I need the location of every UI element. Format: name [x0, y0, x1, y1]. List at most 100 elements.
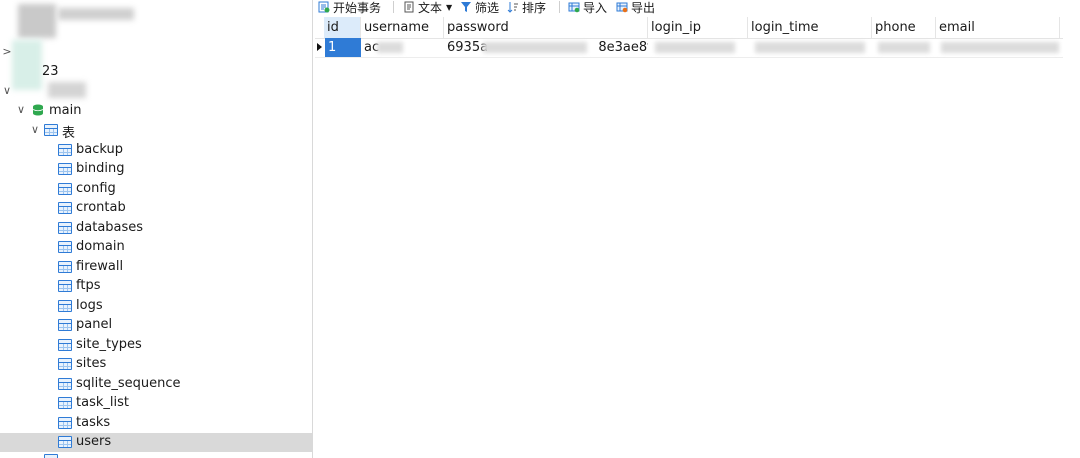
- table-icon: [58, 417, 72, 429]
- document-icon: [404, 1, 414, 13]
- filter-icon: [461, 2, 471, 12]
- table-label: site_types: [76, 337, 142, 352]
- table-label: logs: [76, 298, 103, 313]
- sidebar-item-config[interactable]: config: [0, 180, 312, 199]
- sidebar-item-firewall[interactable]: firewall: [0, 258, 312, 277]
- sidebar-item-task-list[interactable]: task_list: [0, 394, 312, 413]
- tables-folder-icon: [44, 124, 58, 136]
- connection-name-redacted: [18, 4, 56, 38]
- toolbar-separator: [559, 1, 560, 13]
- table-label: panel: [76, 317, 113, 332]
- phone-redacted: [878, 42, 930, 53]
- chevron-right-icon[interactable]: >: [1, 46, 13, 58]
- sort-icon: [507, 2, 518, 13]
- export-label: 导出: [631, 0, 656, 15]
- sidebar-item-tasks[interactable]: tasks: [0, 414, 312, 433]
- import-icon: [568, 2, 580, 13]
- toolbar-separator: [393, 1, 394, 13]
- sort-button[interactable]: 排序: [507, 0, 547, 15]
- table-icon: [58, 319, 72, 331]
- current-row-indicator-icon: [317, 43, 322, 51]
- table-icon: [58, 183, 72, 195]
- column-header-username[interactable]: username: [361, 17, 444, 38]
- table-label: users: [76, 434, 112, 449]
- transaction-icon: [318, 1, 330, 13]
- column-header-phone[interactable]: phone: [872, 17, 936, 38]
- chevron-down-icon[interactable]: ∨: [29, 124, 41, 136]
- table-icon: [58, 241, 72, 253]
- grid-toolbar: 开始事务 文本 ▼ 筛选 排序 导入 导出: [314, 0, 1080, 16]
- sidebar-item-binding[interactable]: binding: [0, 160, 312, 179]
- table-icon: [58, 397, 72, 409]
- object-tree-panel: > 23 ∨ ∨ main ∨ 表 backup binding config …: [0, 0, 313, 458]
- dropdown-arrow-icon[interactable]: ▼: [446, 3, 452, 12]
- table-label: databases: [76, 220, 144, 235]
- begin-transaction-label: 开始事务: [333, 0, 382, 15]
- username-redacted: [377, 42, 403, 53]
- export-icon: [616, 2, 628, 13]
- table-row[interactable]: 1 ac 6935a 8e3ae8f9: [315, 38, 1063, 58]
- table-icon: [58, 378, 72, 390]
- begin-transaction-button[interactable]: 开始事务: [318, 0, 382, 15]
- sidebar-item-sites[interactable]: sites: [0, 355, 312, 374]
- sidebar-item-site-types[interactable]: site_types: [0, 336, 312, 355]
- table-icon: [58, 280, 72, 292]
- text-view-label: 文本: [418, 0, 443, 15]
- table-icon: [58, 339, 72, 351]
- table-label: task_list: [76, 395, 129, 410]
- table-label: domain: [76, 239, 125, 254]
- grid-header-row: id username password login_ip login_time…: [315, 17, 1063, 39]
- column-header-login-ip[interactable]: login_ip: [648, 17, 748, 38]
- column-header-id[interactable]: id: [324, 17, 361, 38]
- table-label: sites: [76, 356, 107, 371]
- table-label: sqlite_sequence: [76, 376, 181, 391]
- table-icon: [58, 358, 72, 370]
- sidebar-item-backup[interactable]: backup: [0, 141, 312, 160]
- import-label: 导入: [583, 0, 608, 15]
- import-button[interactable]: 导入: [568, 0, 608, 15]
- tables-folder-label[interactable]: 表: [62, 122, 75, 141]
- sidebar-item-logs[interactable]: logs: [0, 297, 312, 316]
- password-value-start: 6935a: [447, 40, 489, 55]
- connection-name-redacted: [48, 82, 86, 98]
- password-value-end: 8e3ae8f9: [598, 40, 648, 55]
- sidebar-item-crontab[interactable]: crontab: [0, 199, 312, 218]
- table-label: crontab: [76, 200, 126, 215]
- table-icon: [58, 144, 72, 156]
- table-label: config: [76, 181, 116, 196]
- database-label[interactable]: main: [49, 103, 81, 118]
- column-header-password[interactable]: password: [444, 17, 648, 38]
- cell-id[interactable]: 1: [325, 38, 361, 57]
- filter-button[interactable]: 筛选: [460, 0, 500, 15]
- sort-label: 排序: [522, 0, 547, 15]
- export-button[interactable]: 导出: [616, 0, 656, 15]
- views-folder-icon: [44, 454, 58, 458]
- login-time-redacted: [755, 42, 865, 53]
- connection-label[interactable]: 23: [42, 64, 59, 79]
- table-icon: [58, 261, 72, 273]
- column-header-login-time[interactable]: login_time: [748, 17, 872, 38]
- sidebar-item-panel[interactable]: panel: [0, 316, 312, 335]
- sidebar-item-sqlite-sequence[interactable]: sqlite_sequence: [0, 375, 312, 394]
- table-icon: [58, 436, 72, 448]
- sidebar-item-domain[interactable]: domain: [0, 238, 312, 257]
- chevron-down-icon[interactable]: ∨: [15, 104, 27, 116]
- password-redacted: [483, 42, 587, 53]
- table-label: ftps: [76, 278, 101, 293]
- connection-icon-redacted: [12, 40, 42, 90]
- table-icon: [58, 300, 72, 312]
- table-icon: [58, 163, 72, 175]
- database-icon: [32, 104, 44, 116]
- email-redacted: [941, 42, 1059, 53]
- sidebar-item-users[interactable]: users: [0, 433, 312, 452]
- sidebar-item-databases[interactable]: databases: [0, 219, 312, 238]
- table-label: firewall: [76, 259, 124, 274]
- chevron-down-icon[interactable]: ∨: [1, 85, 13, 97]
- text-view-button[interactable]: 文本 ▼: [403, 0, 452, 15]
- sidebar-item-ftps[interactable]: ftps: [0, 277, 312, 296]
- connection-name-redacted: [58, 8, 134, 20]
- filter-label: 筛选: [475, 0, 500, 15]
- table-label: binding: [76, 161, 125, 176]
- table-label: tasks: [76, 415, 111, 430]
- column-header-email[interactable]: email: [936, 17, 1060, 38]
